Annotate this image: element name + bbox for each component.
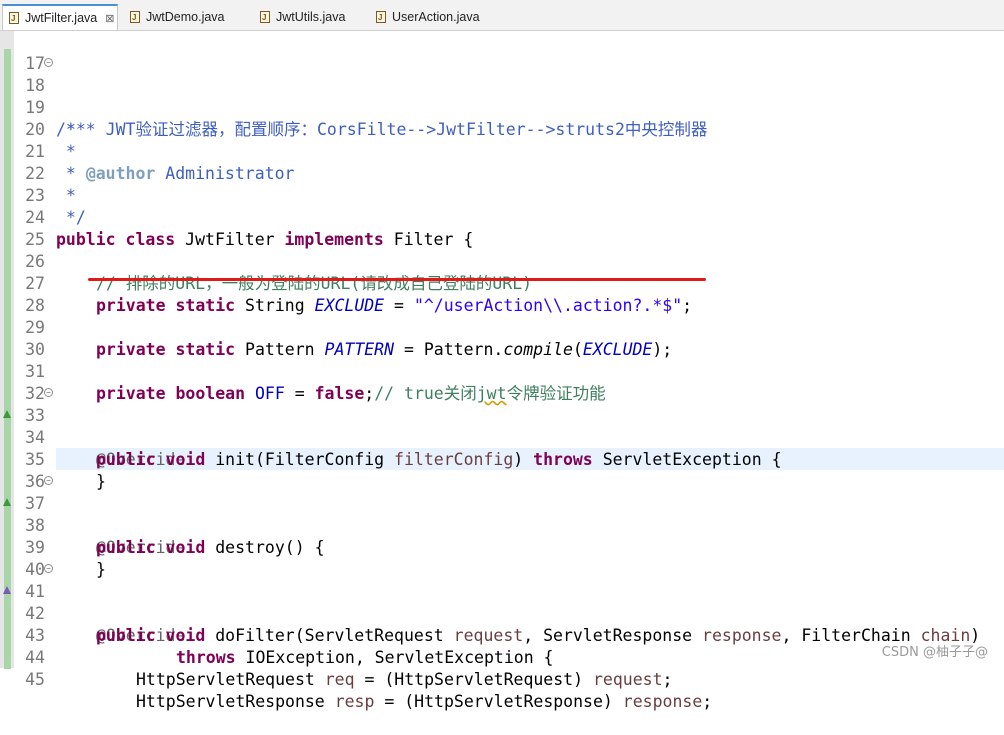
class-declaration: public class JwtFilter implements Filter… xyxy=(56,230,474,249)
code-line-32: 32 xyxy=(0,361,45,403)
destroy-method-signature: public void destroy() { xyxy=(96,538,325,557)
dofilter-method-signature: public void doFilter(ServletRequest requ… xyxy=(96,626,981,645)
fold-collapse-icon[interactable]: − xyxy=(44,476,53,485)
line-number: 45 xyxy=(25,670,45,689)
exclude-regex-string: "^/userAction\\.action?.*$" xyxy=(413,296,683,315)
editor-tab-bar: J JwtFilter.java ⊠ J JwtDemo.java J JwtU… xyxy=(0,0,1004,31)
code-line-31: 31 private boolean OFF = false;// true关闭… xyxy=(0,339,605,403)
line-comment: // 排除的URL，一般为登陆的URL(请改成自己登陆的URL) xyxy=(96,274,533,293)
tab-jwtfilter[interactable]: J JwtFilter.java ⊠ xyxy=(2,4,118,30)
red-underline-annotation xyxy=(88,278,706,281)
fold-collapse-icon[interactable]: − xyxy=(44,564,53,573)
code-line-36: 36 xyxy=(0,449,45,491)
override-marker-icon[interactable] xyxy=(3,586,11,594)
code-line-19: 19 * * JWT验证过滤器，配置顺序：CorsFilte-->JwtFilt… xyxy=(0,75,707,139)
code-line-26: 26 // 排除的URL，一般为登陆的URL(请改成自己登陆的URL) xyxy=(0,229,532,293)
tab-jwtutils[interactable]: J JwtUtils.java xyxy=(254,4,366,30)
throws-clause: throws IOException, ServletException { xyxy=(176,648,554,667)
code-line-22: 22 * xyxy=(0,141,76,205)
javadoc-close: */ xyxy=(56,208,86,227)
java-file-icon: J xyxy=(376,11,386,23)
code-line-17: 17 xyxy=(0,31,45,73)
code-line-27: 27 private static String EXCLUDE = "^/us… xyxy=(0,251,692,315)
tab-useraction[interactable]: J UserAction.java xyxy=(370,4,490,30)
fold-collapse-icon[interactable]: − xyxy=(44,388,53,397)
code-editor[interactable]: 17 18 − /** 19 * * JWT验证过滤器，配置顺序：CorsFil… xyxy=(0,31,1004,711)
override-marker-icon[interactable] xyxy=(3,410,11,418)
javadoc-line: * xyxy=(56,142,76,161)
code-line-23: 23 */ xyxy=(0,163,86,227)
code-line-20: 20 * xyxy=(0,97,76,161)
code-line-28: 28 xyxy=(0,273,45,315)
exclude-field: EXCLUDE xyxy=(314,296,385,315)
csdn-watermark: CSDN @柚子子@ xyxy=(881,645,988,660)
javadoc-tag: @author xyxy=(85,164,156,183)
override-marker-icon[interactable] xyxy=(3,498,11,506)
tab-label: UserAction.java xyxy=(392,10,480,24)
java-file-icon: J xyxy=(260,11,270,23)
code-line-37: 37 − @Override xyxy=(0,471,185,557)
javadoc-author: * @author Administrator xyxy=(56,164,295,183)
exclude-field-declaration: private static String EXCLUDE = "^/userA… xyxy=(96,296,693,315)
tab-label: JwtDemo.java xyxy=(146,10,225,24)
tab-label: JwtFilter.java xyxy=(25,11,98,25)
code-line-25: 25 xyxy=(0,207,45,249)
code-line-24: 24 public class JwtFilter implements Fil… xyxy=(0,185,473,249)
off-field-declaration: private boolean OFF = false;// true关闭jwt… xyxy=(96,384,606,403)
class-name: JwtFilter xyxy=(185,230,275,249)
closing-brace: } xyxy=(96,560,106,579)
code-line-40: 40 xyxy=(0,537,45,579)
code-line-30: 30 xyxy=(0,317,45,359)
fold-collapse-icon[interactable]: − xyxy=(44,58,53,67)
code-line-33: 33 − @Override xyxy=(0,383,185,469)
code-line-45: 45 HttpServletResponse resp = (HttpServl… xyxy=(0,647,712,711)
code-line-29: 29 private static Pattern PATTERN = Patt… xyxy=(0,295,672,359)
code-line-18: 18 − /** xyxy=(0,53,86,139)
javadoc-line: * xyxy=(56,186,76,205)
tab-jwtdemo[interactable]: J JwtDemo.java xyxy=(124,4,249,30)
tab-label: JwtUtils.java xyxy=(276,10,346,24)
init-method-signature: public void init(FilterConfig filterConf… xyxy=(96,450,782,469)
response-cast-statement: HttpServletResponse resp = (HttpServletR… xyxy=(136,692,713,711)
request-cast-statement: HttpServletRequest req = (HttpServletReq… xyxy=(136,670,673,689)
java-file-icon: J xyxy=(130,11,140,23)
code-line-43: 43 throws IOException, ServletException … xyxy=(0,603,553,667)
code-line-39: 39 } xyxy=(0,515,106,579)
code-line-35: 35 } xyxy=(0,427,106,491)
javadoc-text: * * JWT验证过滤器，配置顺序：CorsFilte-->JwtFilter-… xyxy=(56,120,708,139)
pattern-field-declaration: private static Pattern PATTERN = Pattern… xyxy=(96,340,673,359)
java-file-icon: J xyxy=(9,12,19,24)
code-line-41: 41 − @Override xyxy=(0,559,185,645)
closing-brace: } xyxy=(96,472,106,491)
code-line-21: 21 * @author Administrator xyxy=(0,119,294,183)
code-line-44: 44 HttpServletRequest req = (HttpServlet… xyxy=(0,625,672,689)
close-icon[interactable]: ⊠ xyxy=(105,12,114,25)
javadoc-description: JWT验证过滤器，配置顺序：CorsFilte-->JwtFilter-->st… xyxy=(105,120,708,139)
